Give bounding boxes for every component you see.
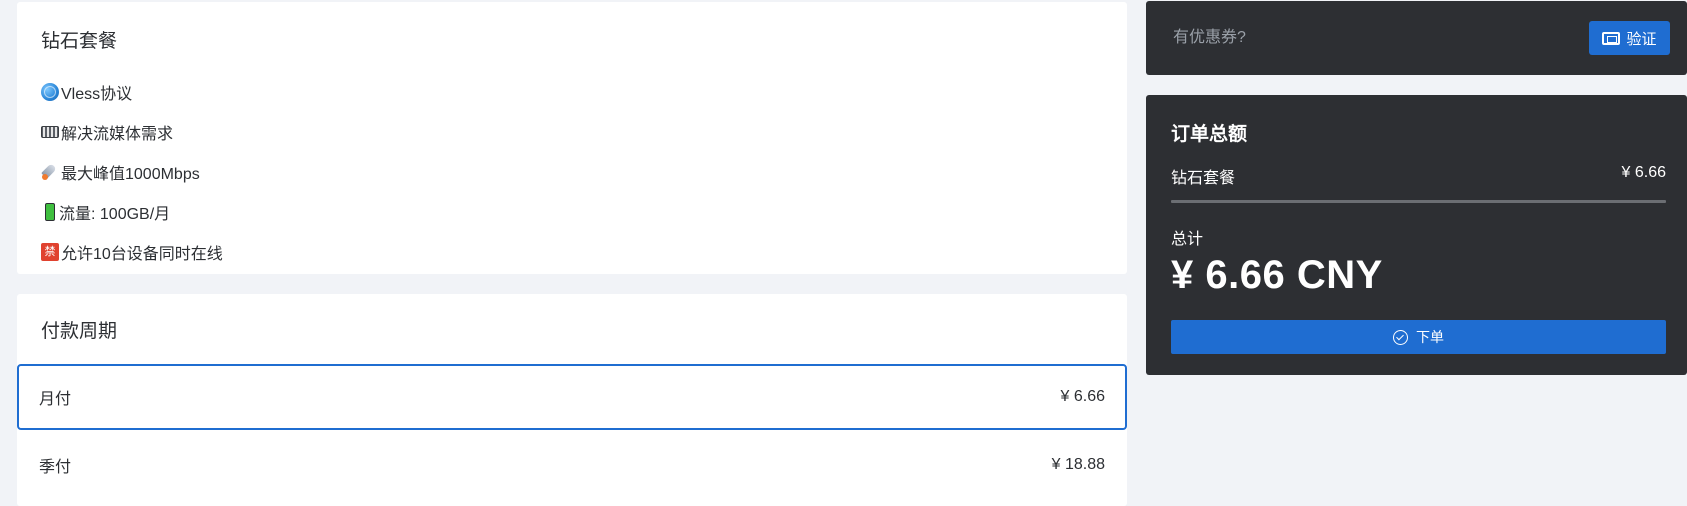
- order-summary-title: 订单总额: [1171, 124, 1248, 145]
- order-line-price: ¥ 6.66: [1621, 164, 1666, 181]
- plan-card: 钻石套餐 Vless协议 解决流媒体需求 最大峰值1000Mbps 流量: 10…: [17, 2, 1127, 274]
- order-divider: [1171, 200, 1666, 203]
- period-option-label: 月付: [39, 391, 72, 408]
- rocket-icon: [41, 163, 59, 181]
- coupon-input[interactable]: [1146, 1, 1566, 75]
- coupon-card: 验证: [1146, 1, 1687, 75]
- place-order-button[interactable]: 下单: [1171, 320, 1666, 354]
- period-option-price: ¥ 18.88: [1051, 456, 1105, 473]
- prohibited-icon: 禁: [41, 243, 59, 261]
- feature-item: 流量: 100GB/月: [41, 192, 223, 232]
- feature-text: 最大峰值1000Mbps: [61, 166, 200, 183]
- feature-text: 解决流媒体需求: [61, 126, 174, 143]
- feature-item: 最大峰值1000Mbps: [41, 152, 223, 192]
- total-label: 总计: [1171, 231, 1204, 248]
- place-order-label: 下单: [1416, 329, 1444, 345]
- period-option-monthly[interactable]: 月付 ¥ 6.66: [17, 364, 1127, 430]
- payment-period-title: 付款周期: [41, 321, 118, 342]
- order-summary-card: 订单总额 钻石套餐 ¥ 6.66 总计 ¥ 6.66 CNY 下单: [1146, 95, 1687, 375]
- ticket-icon: [1602, 31, 1621, 45]
- order-line-name: 钻石套餐: [1171, 170, 1236, 187]
- feature-text: Vless协议: [61, 86, 133, 103]
- globe-icon: [41, 83, 59, 101]
- keyboard-icon: [41, 126, 59, 138]
- feature-item: 禁 允许10台设备同时在线: [41, 232, 223, 272]
- payment-period-card: 付款周期 月付 ¥ 6.66 季付 ¥ 18.88: [17, 294, 1127, 506]
- plan-features-list: Vless协议 解决流媒体需求 最大峰值1000Mbps 流量: 100GB/月…: [41, 72, 223, 272]
- order-line-item: 钻石套餐 ¥ 6.66: [1171, 164, 1666, 188]
- period-option-price: ¥ 6.66: [1060, 388, 1105, 405]
- feature-item: Vless协议: [41, 72, 223, 112]
- period-option-quarterly[interactable]: 季付 ¥ 18.88: [17, 432, 1127, 498]
- period-option-label: 季付: [39, 459, 72, 476]
- total-amount: ¥ 6.66 CNY: [1171, 253, 1383, 297]
- feature-text: 流量: 100GB/月: [59, 206, 171, 223]
- battery-icon: [45, 203, 55, 221]
- feature-text: 允许10台设备同时在线: [61, 246, 223, 263]
- plan-title: 钻石套餐: [41, 31, 118, 52]
- feature-item: 解决流媒体需求: [41, 112, 223, 152]
- verify-coupon-button[interactable]: 验证: [1589, 21, 1670, 55]
- check-circle-icon: [1393, 329, 1408, 345]
- verify-button-label: 验证: [1626, 30, 1657, 48]
